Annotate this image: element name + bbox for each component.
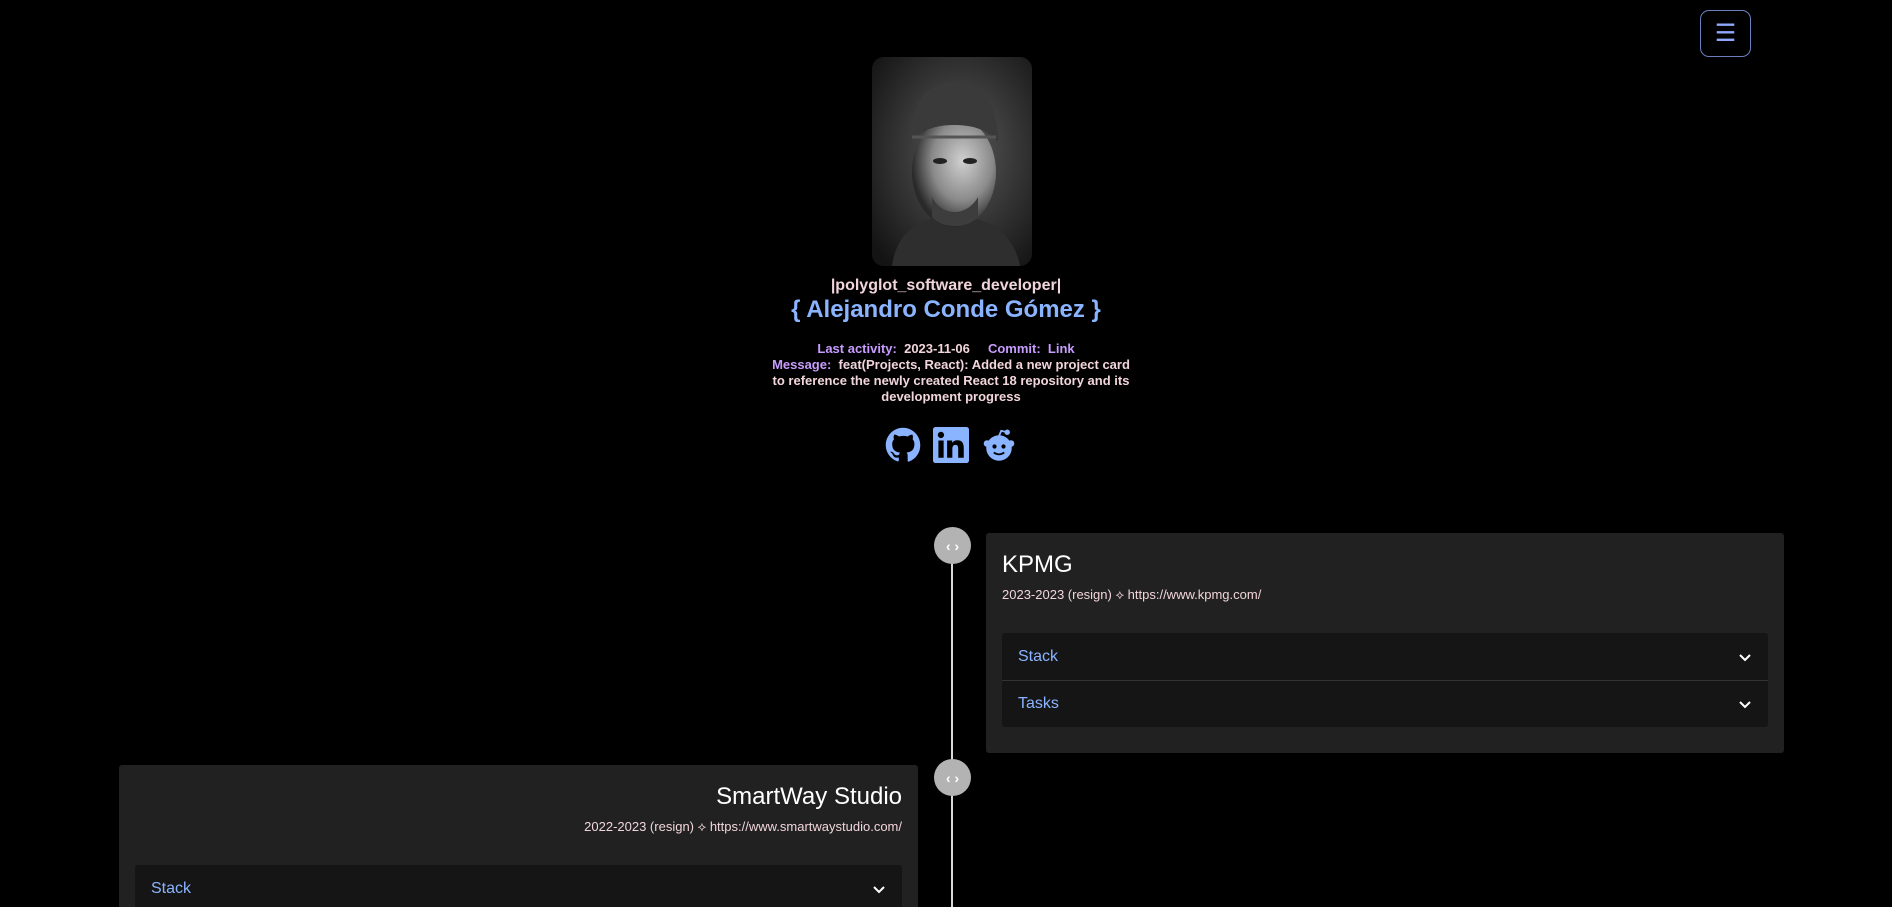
accordion-label: Stack: [1018, 647, 1059, 665]
menu-button[interactable]: ☰: [1700, 10, 1751, 57]
commit-label: Commit:: [987, 341, 1041, 356]
developer-role: |polyglot_software_developer|: [830, 277, 1062, 294]
linkedin-icon[interactable]: [932, 426, 970, 464]
last-activity-label: Last activity:: [817, 341, 897, 356]
code-icon: ‹ ›: [945, 769, 960, 786]
experience-card-kpmg: KPMG 2023-2023 (resign) ⟡ https://www.kp…: [986, 533, 1784, 753]
accordion-stack[interactable]: Stack: [135, 865, 902, 907]
accordion-label: Tasks: [1018, 695, 1059, 712]
accordion-label: Stack: [151, 879, 192, 897]
portfolio-page: ☰ |polyglot_software_developer| {Alejan…: [0, 0, 1892, 907]
timeline-code-dot: ‹ ›: [934, 527, 971, 564]
timeline-code-dot: ‹ ›: [934, 759, 971, 796]
social-links: [884, 426, 1018, 464]
chevron-down-icon: [1739, 653, 1751, 661]
accordion-tasks[interactable]: Tasks: [1002, 680, 1768, 727]
github-icon[interactable]: [884, 426, 922, 464]
details-accordion: Stack Tasks: [1002, 633, 1768, 727]
commit-message: Message: feat(Projects, React): Added a …: [770, 357, 1132, 405]
chevron-down-icon: [1739, 701, 1751, 709]
experience-card-smartway: SmartWay Studio 2022-2023 (resign) ⟡ htt…: [119, 765, 918, 907]
last-activity-line: Last activity: 2023-11-06 Commit: Link: [0, 341, 1892, 356]
hamburger-icon: ☰: [1714, 19, 1737, 47]
avatar: [872, 57, 1032, 266]
company-name: SmartWay Studio: [716, 783, 902, 810]
company-name: KPMG: [1002, 551, 1073, 578]
message-label: Message:: [772, 357, 832, 372]
chevron-down-icon: [873, 885, 885, 893]
code-icon: ‹ ›: [945, 537, 960, 554]
details-accordion: Stack: [135, 865, 902, 907]
developer-name: { Alejandro Conde Gómez }: [791, 296, 1101, 323]
last-activity-value: 2023-11-06: [904, 341, 970, 356]
timeline-line: [951, 560, 953, 907]
company-period: 2022-2023 (resign) ⟡ https://www.smartwa…: [584, 819, 902, 834]
commit-link[interactable]: Link: [1048, 341, 1075, 356]
accordion-stack[interactable]: Stack: [1002, 633, 1768, 680]
reddit-icon[interactable]: [980, 426, 1018, 464]
company-period: 2023-2023 (resign) ⟡ https://www.kpmg.co…: [1002, 587, 1262, 602]
